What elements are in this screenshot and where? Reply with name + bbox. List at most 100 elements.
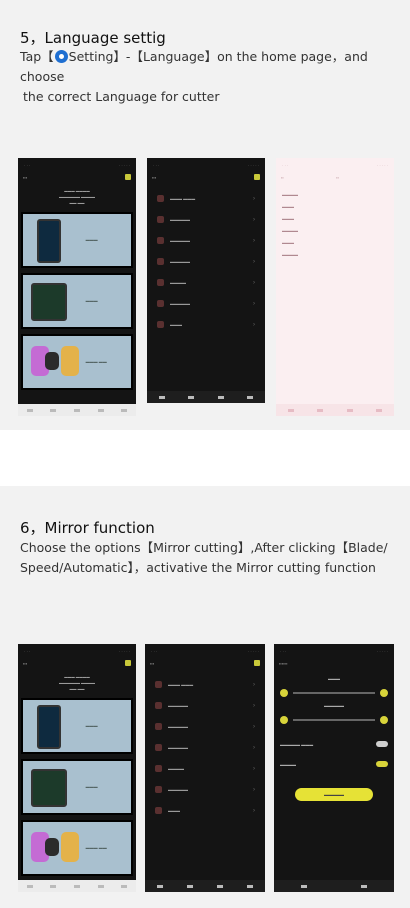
menu-item-icon bbox=[157, 258, 164, 265]
settings-menu-list: ▬▬▬ ▬▬▬ › ▬▬▬▬▬ › ▬▬▬▬▬ › ▬▬▬▬▬ › ▬▬▬▬ › ▬▬▬▬… bbox=[147, 182, 265, 335]
home-screen-screenshot: · · · · · · · · ▪▪▪ ▬▬▬ ▬▬▬▬ ▬▬▬▬▬▬ ▬▬▬▬ ▬▬… bbox=[18, 158, 136, 416]
speed-slider-row bbox=[280, 714, 388, 726]
menu-item: ▬▬▬ › bbox=[157, 314, 255, 335]
toggle-switch bbox=[376, 741, 388, 747]
description-line: Speed/Automatic】，activative the Mirror c… bbox=[20, 560, 376, 575]
menu-item: ▬▬▬▬▬ › bbox=[157, 251, 255, 272]
settings-menu-screenshot: · · · · · · · · ▪▪▪ ▬▬▬ ▬▬▬ › ▬▬▬▬▬ › ▬▬▬▬▬… bbox=[145, 644, 265, 892]
chevron-right-icon: › bbox=[253, 300, 255, 307]
phone-device-icon bbox=[37, 219, 61, 263]
menu-item: ▬▬▬▬▬ › bbox=[155, 737, 255, 758]
phone-device-card: ▬▬▬ bbox=[21, 698, 133, 754]
bottom-nav-bar bbox=[18, 404, 136, 416]
plus-icon bbox=[380, 716, 388, 724]
chevron-right-icon: › bbox=[253, 807, 255, 814]
app-bar: ▪▪▪▪▪▪ bbox=[279, 660, 288, 666]
chevron-right-icon: › bbox=[253, 279, 255, 286]
menu-icon bbox=[254, 174, 260, 180]
watch-device-card: ▬▬▬ ▬▬ bbox=[21, 334, 133, 390]
language-option: ▬▬▬ bbox=[282, 240, 294, 245]
cutting-settings: ▬▬▬ ▬▬▬▬▬ ▬▬▬▬▬ ▬▬▬ ▬▬▬▬ ▬▬▬▬▬ bbox=[274, 668, 394, 805]
chevron-right-icon: › bbox=[253, 216, 255, 223]
menu-item-icon bbox=[155, 786, 162, 793]
menu-item-icon bbox=[157, 279, 164, 286]
chevron-right-icon: › bbox=[253, 723, 255, 730]
mirror-cutting-screenshot: · · · · · · · · ▪▪▪▪▪▪ ▬▬▬ ▬▬▬▬▬ ▬▬▬▬▬ ▬▬… bbox=[274, 644, 394, 892]
auto-toggle-row: ▬▬▬▬▬ ▬▬▬ bbox=[280, 734, 388, 754]
phone-device-icon bbox=[37, 705, 61, 749]
description-line: Choose the options【Mirror cutting】,After… bbox=[20, 540, 388, 555]
toggle-switch bbox=[376, 761, 388, 767]
language-options: ▬▬▬▬ ▬▬▬ ▬▬▬ ▬▬▬▬ ▬▬▬ ▬▬▬▬ bbox=[276, 182, 394, 264]
language-list-screenshot: · · · · · · · · ▪▪ ▪▪ ▬▬▬▬ ▬▬▬ ▬▬▬ ▬▬▬▬ ▬▬… bbox=[276, 158, 394, 416]
menu-item-icon bbox=[155, 765, 162, 772]
menu-icon bbox=[254, 660, 260, 666]
chevron-right-icon: › bbox=[253, 258, 255, 265]
description-text: Setting】-【Language】on the home page，and … bbox=[20, 49, 368, 84]
chevron-right-icon: › bbox=[253, 765, 255, 772]
menu-item: ▬▬▬▬▬ › bbox=[157, 230, 255, 251]
menu-item-icon bbox=[157, 216, 164, 223]
menu-item-icon bbox=[157, 237, 164, 244]
slider-track bbox=[293, 692, 375, 694]
minus-icon bbox=[280, 716, 288, 724]
status-bar: · · · · · · · · bbox=[24, 648, 130, 654]
menu-item-icon bbox=[157, 300, 164, 307]
menu-item: ▬▬▬▬▬ › bbox=[155, 779, 255, 800]
chevron-right-icon: › bbox=[253, 237, 255, 244]
menu-item: ▬▬▬ › bbox=[155, 800, 255, 821]
plus-icon bbox=[380, 689, 388, 697]
menu-item: ▬▬▬▬▬ › bbox=[157, 293, 255, 314]
app-bar: ▪▪▪ bbox=[18, 172, 136, 182]
bottom-nav-bar bbox=[274, 880, 394, 892]
app-bar: ▪▪▪ bbox=[147, 172, 265, 182]
gear-icon bbox=[54, 50, 68, 63]
menu-item: ▬▬▬▬ › bbox=[155, 758, 255, 779]
chevron-right-icon: › bbox=[253, 321, 255, 328]
mirror-function-panel: 6，Mirror function Choose the options【Mir… bbox=[0, 486, 410, 908]
banner: ▬▬▬ ▬▬▬▬ ▬▬▬▬▬▬ ▬▬▬▬ ▬▬ ▬▬ bbox=[59, 189, 95, 205]
banner: ▬▬▬ ▬▬▬▬ ▬▬▬▬▬▬ ▬▬▬▬ ▬▬ ▬▬ bbox=[59, 675, 95, 691]
menu-item: ▬▬▬▬▬ › bbox=[155, 695, 255, 716]
slider-track bbox=[293, 719, 375, 721]
menu-item: ▬▬▬▬ › bbox=[157, 272, 255, 293]
section-heading: 6，Mirror function bbox=[20, 519, 155, 537]
watch-icon bbox=[61, 346, 79, 376]
bottom-nav-bar bbox=[18, 880, 136, 892]
watch-icon bbox=[45, 352, 59, 370]
blade-slider-row bbox=[280, 687, 388, 699]
menu-icon bbox=[125, 174, 131, 180]
chevron-right-icon: › bbox=[253, 786, 255, 793]
chevron-right-icon: › bbox=[253, 702, 255, 709]
watch-icon bbox=[61, 832, 79, 862]
section-heading: 5，Language settig bbox=[20, 29, 166, 47]
chevron-right-icon: › bbox=[253, 744, 255, 751]
menu-item: ▬▬▬ ▬▬▬ › bbox=[157, 188, 255, 209]
tablet-device-icon bbox=[31, 283, 67, 321]
description-line: the correct Language for cutter bbox=[23, 89, 220, 104]
menu-item: ▬▬▬▬▬ › bbox=[155, 716, 255, 737]
menu-item-icon bbox=[157, 195, 164, 202]
mirror-toggle-row: ▬▬▬▬ bbox=[280, 754, 388, 774]
language-option: ▬▬▬▬ bbox=[282, 252, 298, 257]
home-screen-screenshot: · · · · · · · · ▪▪▪ ▬▬▬ ▬▬▬▬ ▬▬▬▬▬▬ ▬▬▬▬ ▬▬… bbox=[18, 644, 136, 892]
menu-item-icon bbox=[155, 807, 162, 814]
language-option: ▬▬▬▬ bbox=[282, 228, 298, 233]
menu-item-icon bbox=[155, 681, 162, 688]
phone-device-card: ▬▬▬ bbox=[21, 212, 133, 268]
menu-icon bbox=[125, 660, 131, 666]
tablet-device-icon bbox=[31, 769, 67, 807]
bottom-nav-bar bbox=[145, 880, 265, 892]
app-bar: ▪▪ ▪▪ bbox=[281, 174, 339, 180]
menu-item: ▬▬▬ ▬▬▬ › bbox=[155, 674, 255, 695]
menu-item: ▬▬▬▬▬ › bbox=[157, 209, 255, 230]
confirm-button-illustration: ▬▬▬▬▬ bbox=[295, 788, 373, 801]
watch-device-card: ▬▬▬ ▬▬ bbox=[21, 820, 133, 876]
chevron-right-icon: › bbox=[253, 681, 255, 688]
language-setting-panel: 5，Language settig Tap【 Setting】-【Language… bbox=[0, 0, 410, 430]
language-option: ▬▬▬ bbox=[282, 216, 294, 221]
language-option: ▬▬▬▬ bbox=[282, 192, 298, 197]
menu-item-icon bbox=[155, 702, 162, 709]
status-bar: · · · · · · · · bbox=[280, 648, 388, 654]
section-description: Tap【 Setting】-【Language】on the home page，… bbox=[20, 47, 402, 107]
